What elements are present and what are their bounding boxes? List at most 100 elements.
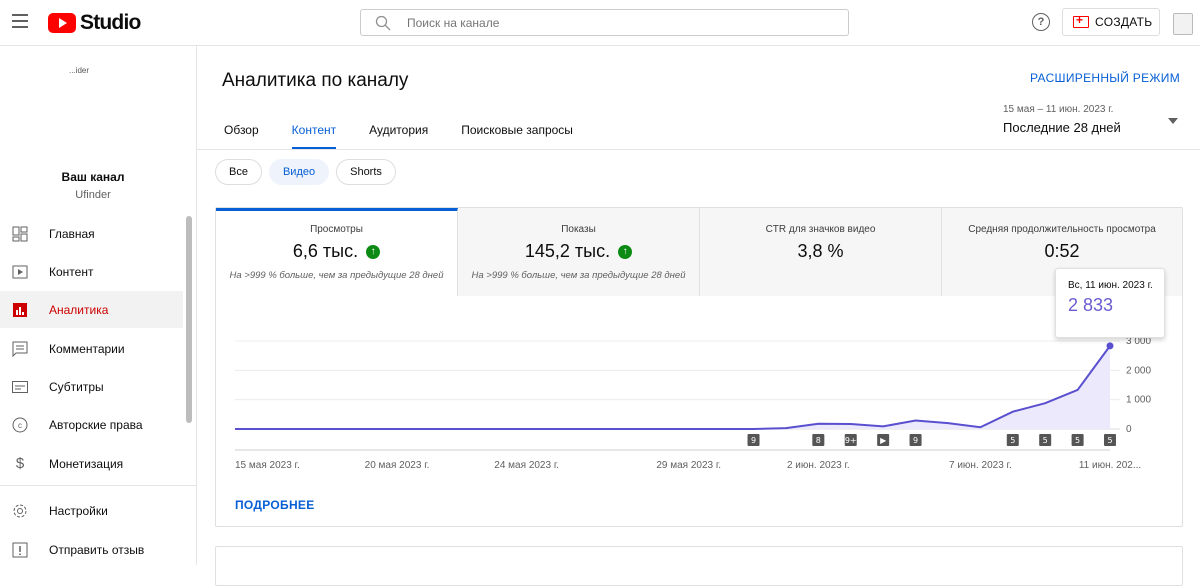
period-text: Последние 28 дней	[1003, 120, 1121, 135]
create-button[interactable]: СОЗДАТЬ	[1062, 8, 1160, 36]
sidebar-item-label: Контент	[49, 264, 94, 279]
video-marker-label: 5	[1010, 436, 1015, 445]
metric-label: CTR для значков видео	[765, 224, 876, 235]
svg-text:c: c	[18, 421, 22, 430]
metric-impressions[interactable]: Показы 145,2 тыс. ↑ На >999 % больше, че…	[458, 208, 700, 296]
metric-value: 0:52	[942, 241, 1182, 262]
x-tick-label: 29 мая 2023 г.	[656, 460, 721, 471]
sidebar-item-feedback[interactable]: Отправить отзыв	[0, 531, 183, 568]
sidebar-item-label: Комментарии	[49, 341, 125, 356]
sidebar-item-analytics[interactable]: Аналитика	[0, 291, 183, 328]
x-tick-label: 2 июн. 2023 г.	[787, 460, 850, 471]
sidebar-item-label: Аналитика	[49, 302, 109, 317]
x-tick-label: 15 мая 2023 г.	[235, 460, 300, 471]
metric-value: 145,2 тыс. ↑	[458, 241, 699, 262]
y-tick-label: 2 000	[1126, 365, 1151, 376]
chip-all[interactable]: Все	[215, 159, 262, 185]
page-title: Аналитика по каналу	[222, 70, 409, 91]
logo-text: Studio	[80, 11, 141, 34]
metric-value-text: 0:52	[1044, 241, 1080, 261]
metric-ctr[interactable]: CTR для значков видео 3,8 %	[700, 208, 942, 296]
sidebar-item-label: Авторские права	[49, 417, 143, 432]
metric-value-text: 145,2 тыс.	[524, 241, 611, 261]
advanced-mode-button[interactable]: РАСШИРЕННЫЙ РЕЖИМ	[1030, 71, 1180, 85]
sidebar-divider	[0, 485, 196, 486]
tooltip-value: 2 833	[1068, 295, 1114, 315]
sidebar-scrollbar[interactable]	[186, 216, 192, 423]
search-input[interactable]	[405, 14, 809, 31]
sidebar-item-label: Монетизация	[49, 456, 124, 471]
channel-title: Ваш канал	[61, 170, 125, 184]
metric-views[interactable]: Просмотры 6,6 тыс. ↑ На >999 % больше, ч…	[216, 208, 458, 296]
tab-content[interactable]: Контент	[291, 123, 337, 149]
chip-shorts[interactable]: Shorts	[336, 159, 396, 185]
sidebar-item-dashboard[interactable]: Главная	[0, 215, 183, 252]
feedback-icon	[12, 542, 28, 558]
video-marker-label: 5	[1107, 436, 1112, 445]
sidebar-item-monetization[interactable]: $ Монетизация	[0, 445, 183, 482]
channel-name: Ufinder	[75, 189, 111, 201]
x-tick-label: 7 июн. 2023 г.	[949, 460, 1012, 471]
channel-thumbnail[interactable]: ...ider	[69, 66, 89, 75]
chip-videos[interactable]: Видео	[268, 159, 330, 185]
top-bar: Studio ? СОЗДАТЬ	[0, 0, 1200, 46]
create-label: СОЗДАТЬ	[1095, 15, 1153, 29]
arrow-up-icon: ↑	[366, 244, 381, 259]
tab-overview[interactable]: Обзор	[224, 123, 259, 149]
y-tick-label: 0	[1126, 424, 1132, 435]
sidebar-item-label: Субтитры	[49, 379, 104, 394]
date-range-text: 15 мая – 11 июн. 2023 г.	[1003, 104, 1114, 115]
metric-note: На >999 % больше, чем за предыдущие 28 д…	[471, 270, 686, 281]
video-marker-label: 5	[1075, 436, 1080, 445]
metrics-card: Просмотры 6,6 тыс. ↑ На >999 % больше, ч…	[215, 207, 1183, 527]
sidebar-item-label: Главная	[49, 226, 95, 241]
metric-label: Средняя продолжительность просмотра	[968, 224, 1156, 235]
menu-icon[interactable]	[12, 14, 28, 28]
sidebar-item-label: Настройки	[49, 503, 108, 518]
metric-value: 3,8 %	[700, 241, 941, 262]
settings-icon	[12, 503, 28, 519]
tab-audience[interactable]: Аудитория	[369, 123, 428, 149]
series-line	[235, 345, 1111, 430]
studio-logo[interactable]: Studio	[48, 11, 141, 35]
metric-value-text: 6,6 тыс.	[292, 241, 359, 261]
avatar[interactable]	[1173, 13, 1193, 35]
metric-label: Просмотры	[310, 224, 363, 235]
video-marker-label: 9+	[845, 436, 857, 445]
sidebar-item-copyright[interactable]: c Авторские права	[0, 406, 183, 443]
tab-search-queries[interactable]: Поисковые запросы	[461, 123, 573, 149]
views-chart[interactable]: 01 0002 0003 0009 8 9+ ▶ 9 5 5 5 515 мая 2023 г.…	[216, 296, 1182, 476]
y-tick-label: 1 000	[1126, 395, 1151, 406]
tabs-divider	[197, 149, 1200, 150]
chart-tooltip: Вс, 11 июн. 2023 г. 2 833	[1055, 268, 1165, 338]
next-card	[215, 546, 1183, 586]
content-icon	[12, 264, 28, 280]
main-content: Аналитика по каналу РАСШИРЕННЫЙ РЕЖИМ Об…	[197, 46, 1200, 586]
sidebar-item-content[interactable]: Контент	[0, 253, 183, 290]
sidebar-item-label: Отправить отзыв	[49, 542, 145, 557]
sidebar-item-comments[interactable]: Комментарии	[0, 330, 183, 367]
search-bar[interactable]	[360, 9, 849, 36]
see-more-link[interactable]: ПОДРОБНЕЕ	[235, 498, 315, 512]
sidebar-item-subtitles[interactable]: Субтитры	[0, 368, 183, 405]
subtitles-icon	[12, 379, 28, 395]
date-range-picker[interactable]: 15 мая – 11 июн. 2023 г. Последние 28 дн…	[1003, 104, 1121, 135]
x-tick-label: 11 июн. 202...	[1079, 460, 1141, 471]
help-icon[interactable]: ?	[1032, 13, 1050, 31]
monetization-icon: $	[15, 455, 25, 472]
metric-note: На >999 % больше, чем за предыдущие 28 д…	[229, 270, 444, 281]
series-area	[235, 345, 1110, 429]
chevron-down-icon[interactable]	[1168, 118, 1178, 124]
video-marker-label: 8	[816, 436, 821, 445]
x-tick-label: 24 мая 2023 г.	[494, 460, 559, 471]
video-marker-label: 9	[913, 436, 918, 445]
video-marker-label: ▶	[880, 436, 887, 445]
copyright-icon: c	[12, 417, 28, 433]
video-marker-label: 9	[751, 436, 756, 445]
video-marker-label: 5	[1043, 436, 1048, 445]
sidebar: ...ider Ваш канал Ufinder Главная Контен…	[0, 46, 197, 565]
metric-label: Показы	[561, 224, 596, 235]
sidebar-item-settings[interactable]: Настройки	[0, 492, 183, 529]
metric-value-text: 3,8 %	[797, 241, 844, 261]
analytics-icon	[12, 302, 28, 318]
